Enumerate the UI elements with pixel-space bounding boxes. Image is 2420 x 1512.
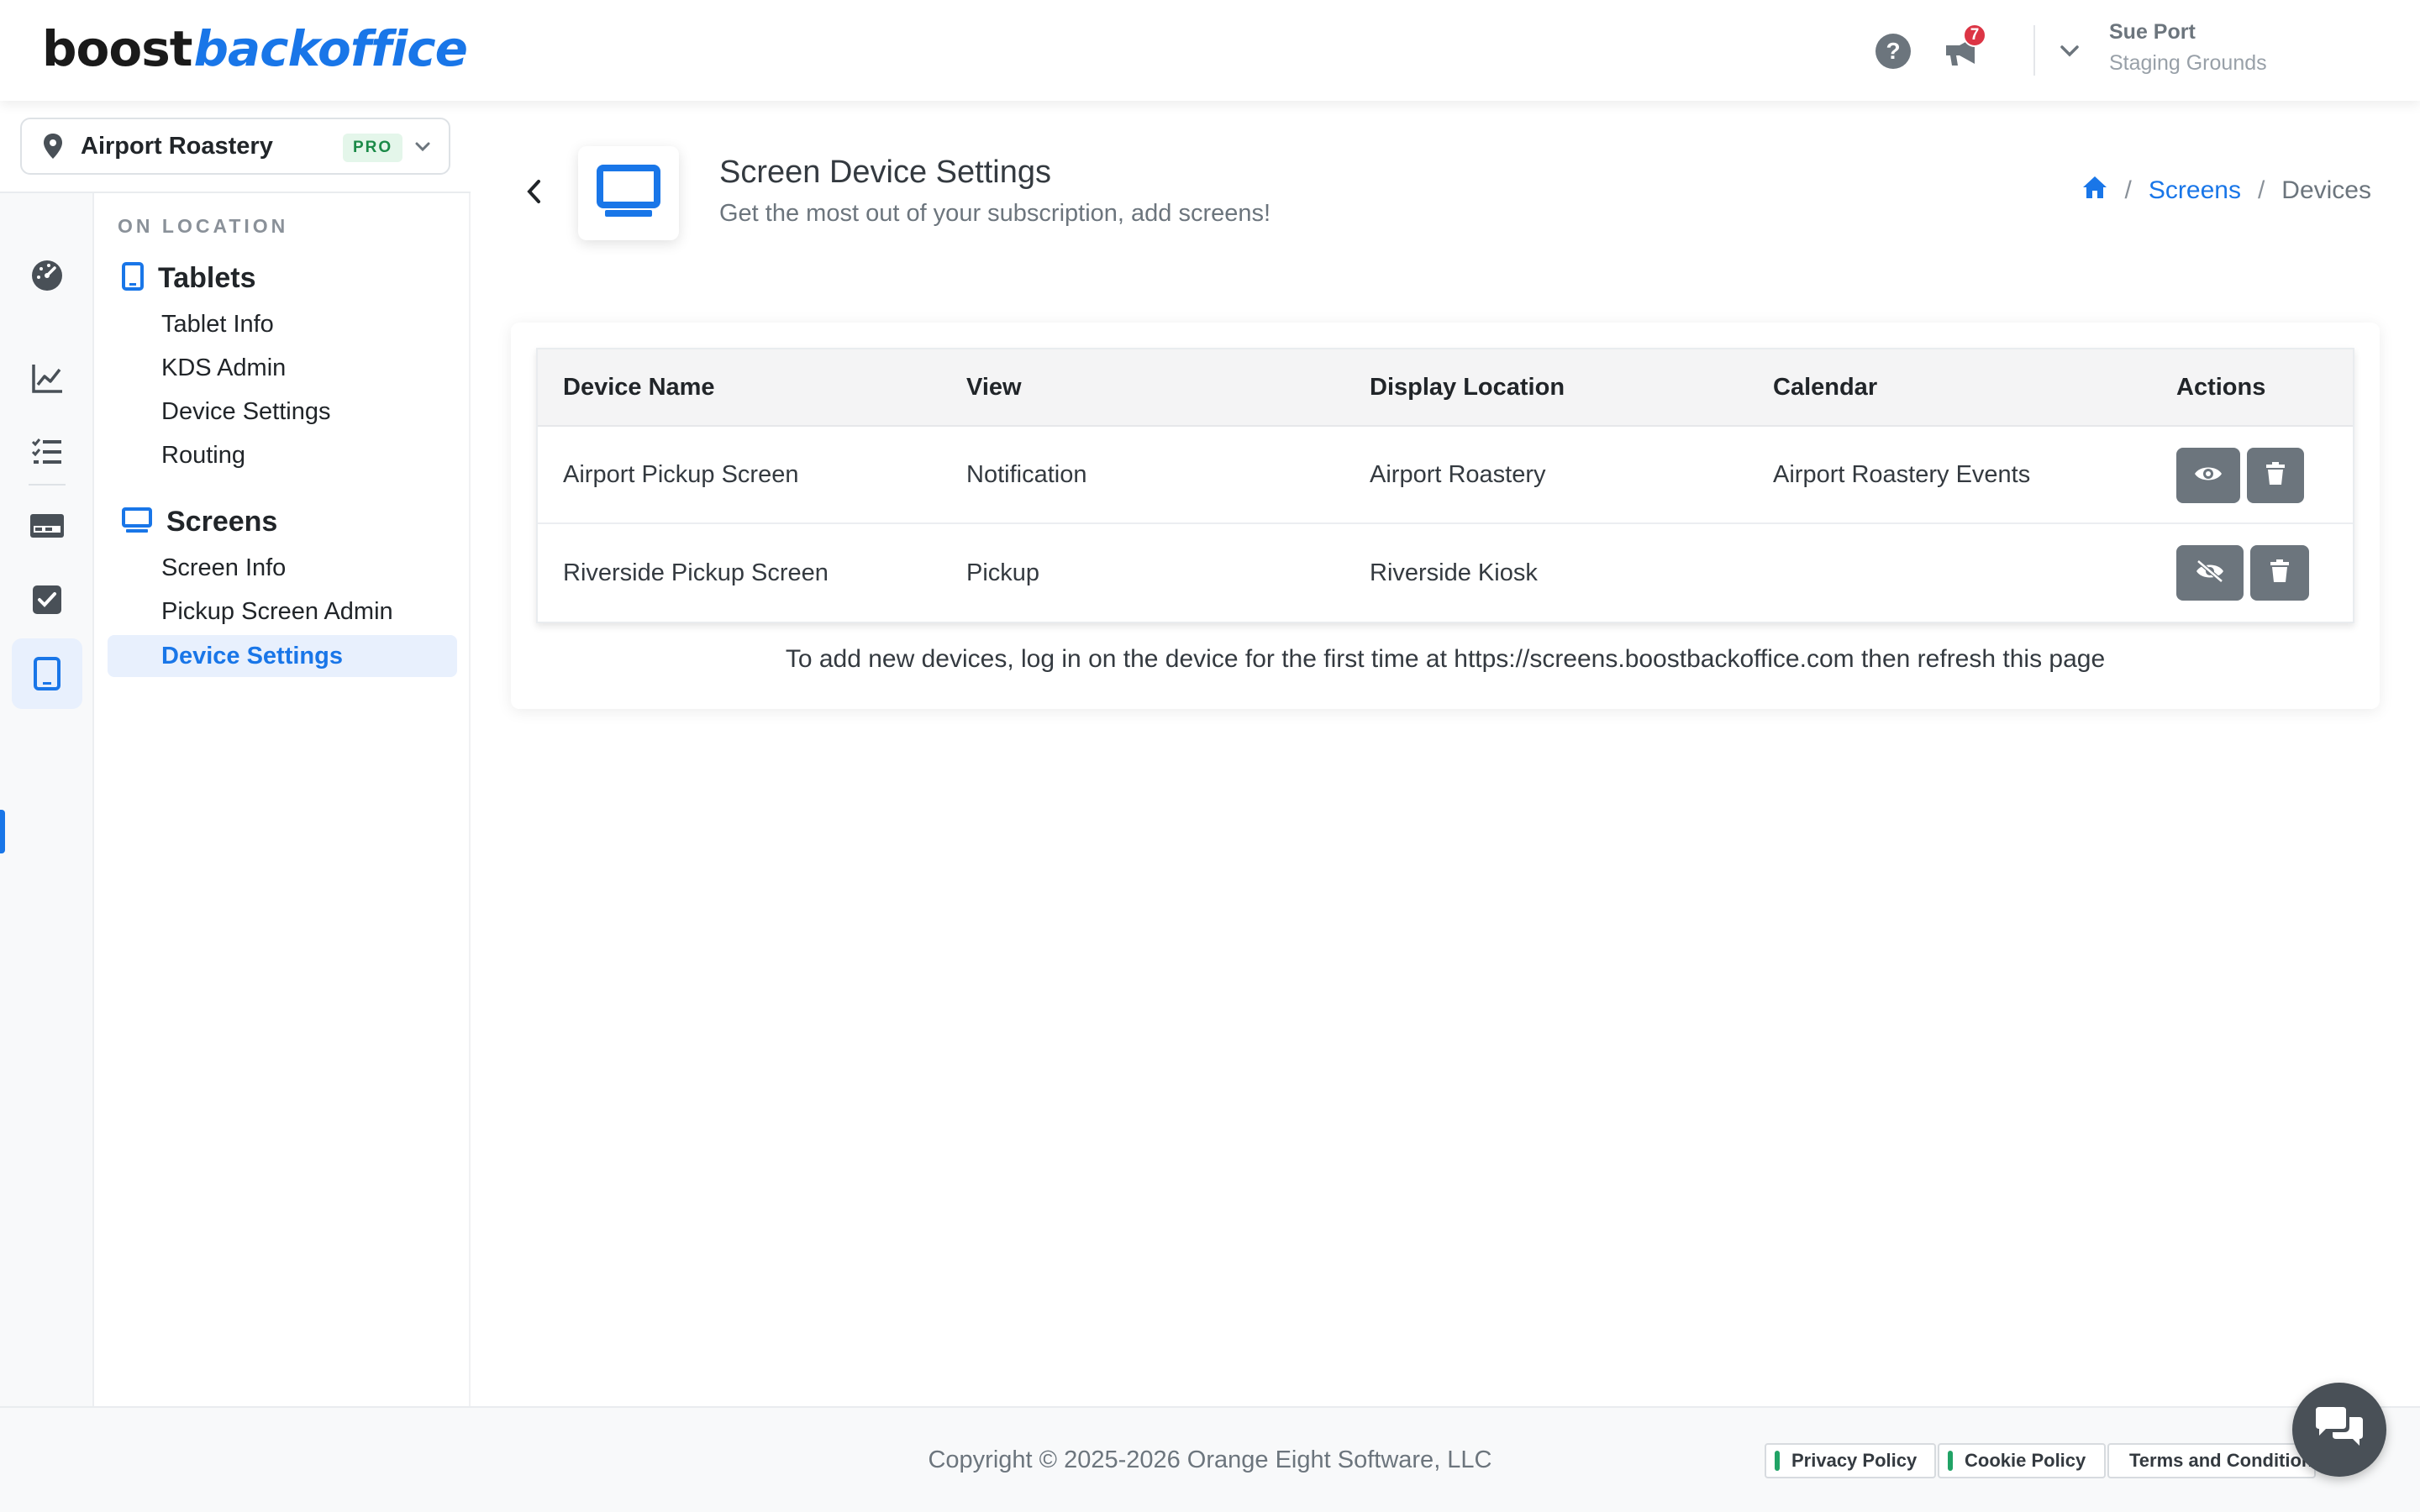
nav-item-screen-device-settings[interactable]: Device Settings bbox=[108, 635, 457, 677]
help-icon[interactable]: ? bbox=[1876, 34, 1911, 69]
column-header-actions: Actions bbox=[2176, 373, 2266, 401]
breadcrumb: / Screens / Devices bbox=[2081, 175, 2371, 207]
breadcrumb-separator: / bbox=[2257, 176, 2265, 204]
page-title: Screen Device Settings bbox=[719, 155, 1051, 190]
display-location-cell: Riverside Kiosk bbox=[1370, 559, 1538, 586]
location-name: Airport Roastery bbox=[81, 132, 273, 160]
header-divider bbox=[2033, 25, 2035, 76]
column-header-display-location: Display Location bbox=[1370, 373, 1565, 401]
user-name: Sue Port bbox=[2109, 20, 2196, 44]
add-devices-note: To add new devices, log in on the device… bbox=[785, 645, 2106, 673]
breadcrumb-separator: / bbox=[2124, 176, 2132, 204]
nav-group-label: Tablets bbox=[158, 262, 256, 294]
chat-icon bbox=[2312, 1405, 2366, 1455]
cookie-policy-link[interactable]: Cookie Policy bbox=[1938, 1443, 2106, 1478]
breadcrumb-devices: Devices bbox=[2281, 176, 2371, 204]
privacy-policy-link[interactable]: Privacy Policy bbox=[1765, 1443, 1936, 1478]
help-label: ? bbox=[1886, 38, 1901, 64]
monitor-icon bbox=[595, 163, 662, 224]
policy-marker bbox=[1948, 1451, 1953, 1471]
chat-button[interactable] bbox=[2292, 1383, 2386, 1477]
nav-item-kds-admin[interactable]: KDS Admin bbox=[161, 354, 286, 382]
rail-active-indicator bbox=[0, 810, 5, 853]
user-menu[interactable]: Sue Port Staging Grounds bbox=[2109, 20, 2267, 76]
chart-line-icon[interactable] bbox=[12, 343, 82, 413]
calendar-cell: Airport Roastery Events bbox=[1773, 460, 2031, 488]
display-location-cell: Airport Roastery bbox=[1370, 460, 1546, 488]
home-icon[interactable] bbox=[2081, 175, 2108, 207]
eye-slash-icon bbox=[2195, 559, 2225, 587]
nav-item-tablet-device-settings[interactable]: Device Settings bbox=[161, 398, 331, 426]
user-org: Staging Grounds bbox=[2109, 51, 2267, 75]
chevron-down-icon[interactable] bbox=[2057, 39, 2082, 64]
nav-item-tablet-info[interactable]: Tablet Info bbox=[161, 311, 274, 339]
device-name-cell: Airport Pickup Screen bbox=[563, 460, 799, 488]
monitor-icon bbox=[121, 507, 153, 538]
devices-card: Device Name View Display Location Calend… bbox=[511, 323, 2380, 709]
breadcrumb-screens[interactable]: Screens bbox=[2149, 176, 2241, 205]
nav-panel: ON LOCATION Tablets Tablet Info KDS Admi… bbox=[94, 193, 471, 1406]
delete-button[interactable] bbox=[2247, 448, 2304, 503]
column-header-device-name: Device Name bbox=[563, 373, 715, 401]
location-selector[interactable]: Airport Roastery PRO bbox=[20, 118, 450, 175]
cookie-policy-label: Cookie Policy bbox=[1965, 1450, 2086, 1471]
nav-group-tablets[interactable]: Tablets bbox=[121, 262, 256, 295]
chevron-down-icon bbox=[412, 136, 434, 158]
footer: Copyright © 2025-2026 Orange Eight Softw… bbox=[0, 1406, 2420, 1512]
nav-item-screen-info[interactable]: Screen Info bbox=[161, 554, 286, 582]
view-cell: Notification bbox=[966, 460, 1087, 488]
nav-group-label: Screens bbox=[166, 506, 278, 538]
notification-badge: 7 bbox=[1963, 24, 1986, 47]
nav-item-pickup-screen-admin[interactable]: Pickup Screen Admin bbox=[161, 598, 393, 626]
visibility-toggle-button[interactable] bbox=[2176, 448, 2240, 503]
terms-label: Terms and Conditions bbox=[2129, 1450, 2316, 1471]
icon-rail bbox=[0, 193, 94, 1406]
table-header-row: Device Name View Display Location Calend… bbox=[538, 349, 2353, 427]
logo[interactable]: boost backoffice bbox=[42, 20, 468, 77]
trash-icon bbox=[2270, 559, 2290, 587]
privacy-policy-label: Privacy Policy bbox=[1791, 1450, 1918, 1471]
logo-backoffice: backoffice bbox=[193, 20, 467, 77]
nav-group-screens[interactable]: Screens bbox=[121, 506, 277, 538]
checklist-icon[interactable] bbox=[12, 417, 82, 487]
card-icon[interactable] bbox=[12, 491, 82, 561]
devices-table: Device Name View Display Location Calend… bbox=[536, 348, 2354, 623]
dashboard-icon[interactable] bbox=[12, 240, 82, 311]
tablet-icon bbox=[121, 262, 145, 295]
table-row: Riverside Pickup Screen Pickup Riverside… bbox=[538, 524, 2353, 622]
delete-button[interactable] bbox=[2250, 545, 2309, 601]
page-icon bbox=[578, 146, 679, 240]
policy-marker bbox=[1775, 1451, 1780, 1471]
terms-link[interactable]: Terms and Conditions bbox=[2107, 1443, 2316, 1478]
tablet-icon[interactable] bbox=[12, 638, 82, 709]
column-header-calendar: Calendar bbox=[1773, 373, 1878, 401]
column-header-view: View bbox=[966, 373, 1022, 401]
checkbox-icon[interactable] bbox=[12, 564, 82, 635]
logo-boost: boost bbox=[42, 20, 192, 77]
map-pin-icon bbox=[42, 133, 64, 160]
nav-section-label: ON LOCATION bbox=[118, 215, 289, 237]
back-button[interactable] bbox=[523, 176, 546, 207]
table-row: Airport Pickup Screen Notification Airpo… bbox=[538, 427, 2353, 524]
top-header: boost backoffice ? 7 Sue Port Staging Gro… bbox=[0, 0, 2420, 101]
plan-badge: PRO bbox=[343, 134, 403, 162]
visibility-toggle-button[interactable] bbox=[2176, 545, 2244, 601]
trash-icon bbox=[2265, 461, 2286, 490]
nav-item-routing[interactable]: Routing bbox=[161, 442, 245, 470]
device-name-cell: Riverside Pickup Screen bbox=[563, 559, 829, 586]
view-cell: Pickup bbox=[966, 559, 1040, 586]
page-subtitle: Get the most out of your subscription, a… bbox=[719, 200, 1271, 227]
eye-icon bbox=[2194, 464, 2223, 488]
